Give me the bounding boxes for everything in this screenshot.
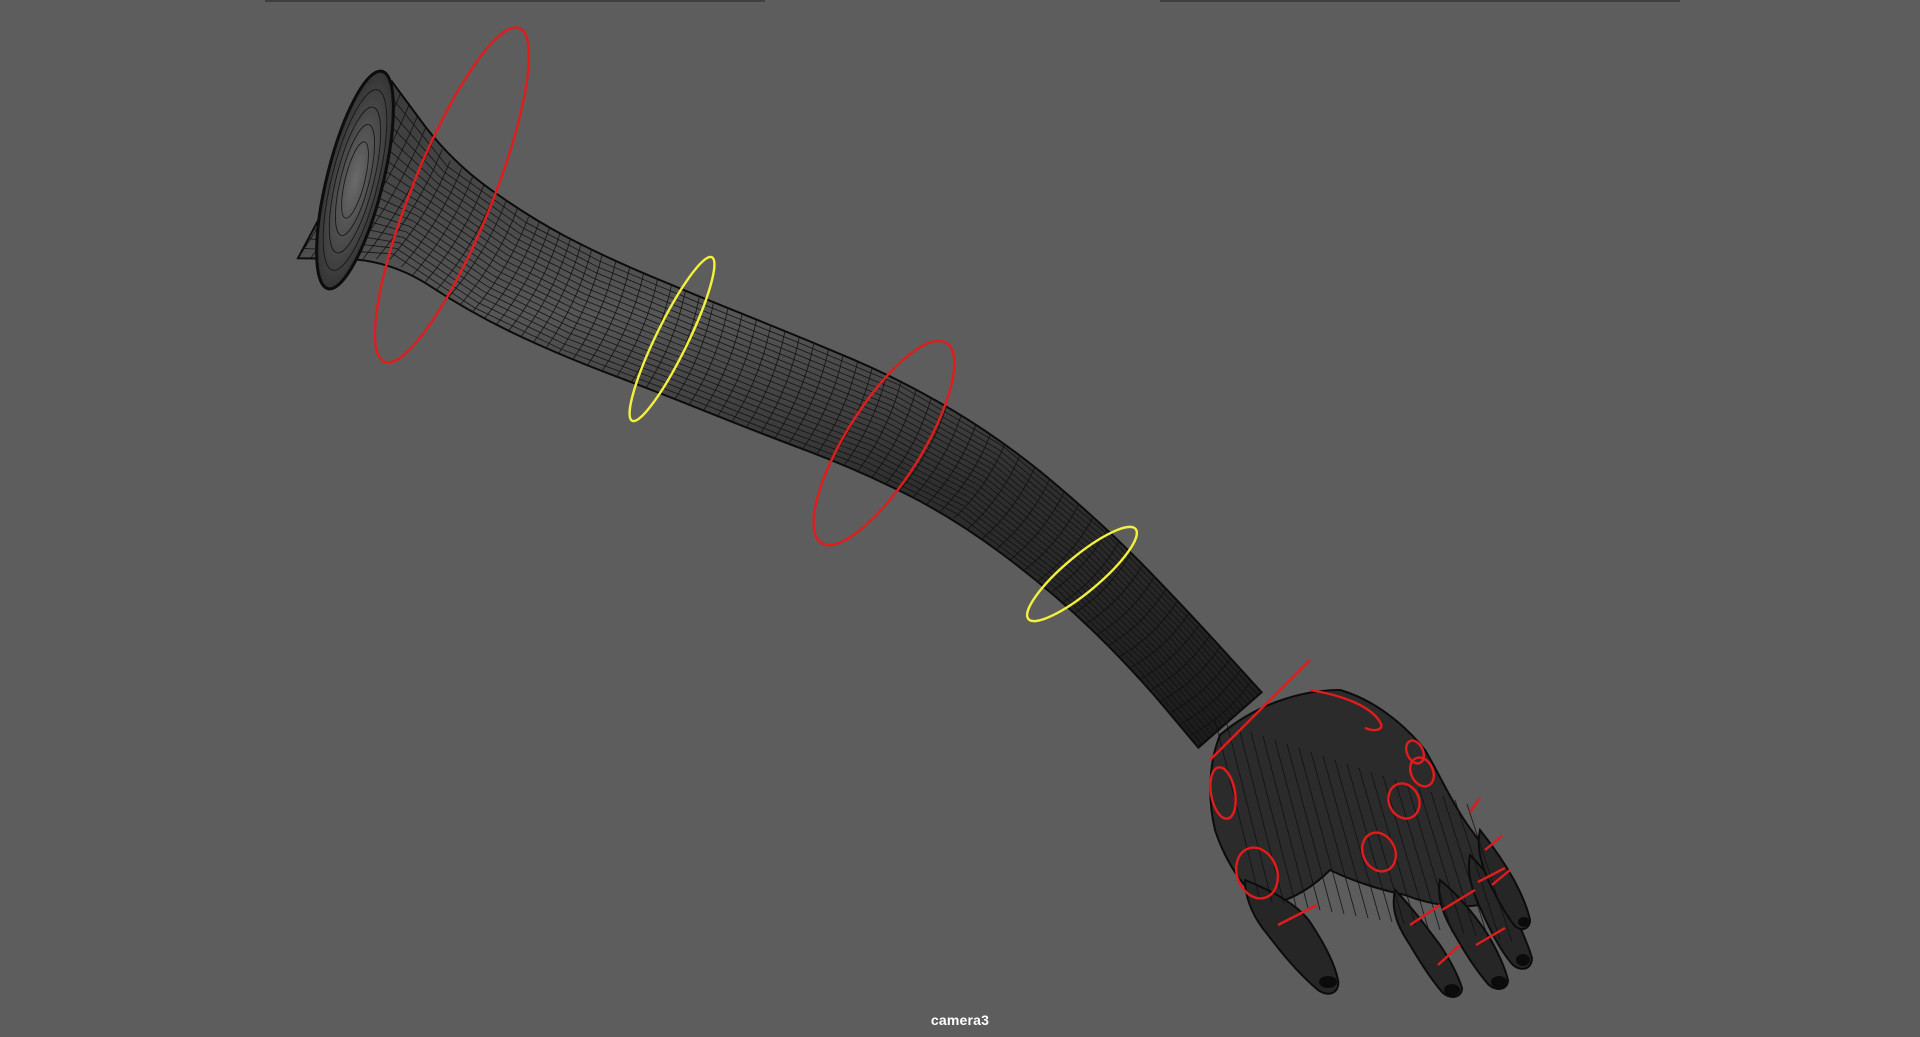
pinky-nail bbox=[1518, 917, 1530, 927]
ring-nail bbox=[1516, 954, 1530, 966]
thumb-nail bbox=[1319, 976, 1337, 988]
pinky-tip-ctrl[interactable] bbox=[1469, 797, 1481, 813]
scene-canvas[interactable] bbox=[0, 0, 1920, 1037]
middle-nail bbox=[1491, 976, 1507, 988]
arm-mesh[interactable] bbox=[296, 65, 1534, 998]
3d-viewport[interactable]: camera3 bbox=[0, 0, 1920, 1037]
mesh-edge-flow bbox=[313, 228, 1210, 739]
hand-mesh[interactable] bbox=[1209, 688, 1534, 998]
camera-name-label: camera3 bbox=[930, 1012, 990, 1028]
mesh-edge-flow bbox=[308, 238, 1206, 742]
index-nail bbox=[1444, 984, 1460, 996]
